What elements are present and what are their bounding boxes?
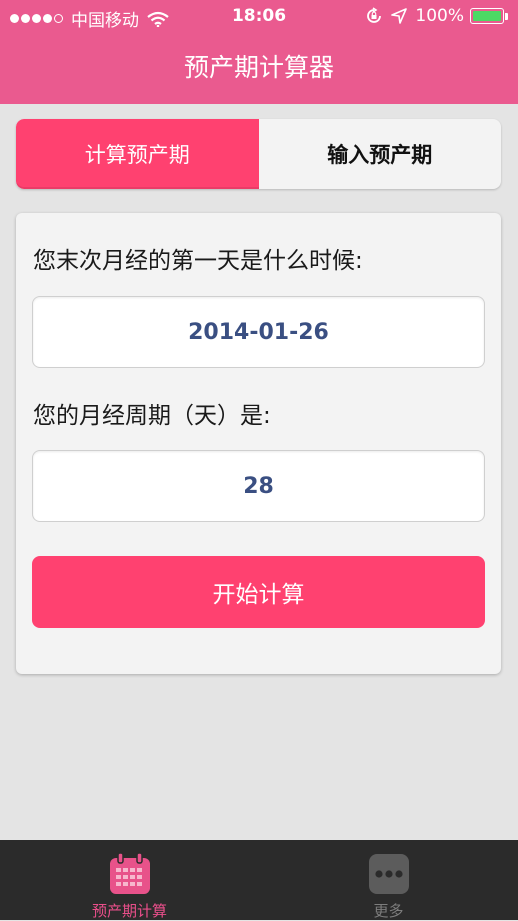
tab-label-due-date: 预产期计算 [91, 902, 167, 920]
status-bar-right: 100% [365, 6, 508, 26]
battery-icon [470, 8, 504, 24]
tab-more[interactable]: 更多 [259, 840, 518, 920]
battery-percent: 100% [415, 6, 464, 26]
calendar-icon [108, 852, 152, 900]
segmented-control: 计算预产期 输入预产期 [16, 119, 501, 189]
cycle-length-field[interactable]: 28 [32, 450, 485, 522]
cycle-length-label: 您的月经周期（天）是: [33, 403, 271, 429]
tab-calculate-due-date[interactable]: 计算预产期 [16, 119, 259, 189]
rotation-lock-icon [365, 7, 383, 25]
location-arrow-icon [391, 8, 408, 24]
app-header: 中国移动 18:06 100% 预产期计算器 [0, 0, 518, 104]
start-calculate-button[interactable]: 开始计算 [32, 556, 485, 628]
tab-label-more: 更多 [373, 902, 404, 920]
tab-due-date-calculator[interactable]: 预产期计算 [0, 840, 259, 920]
page-title: 预产期计算器 [183, 53, 334, 82]
last-period-date-field[interactable]: 2014-01-26 [32, 296, 485, 368]
last-period-label: 您末次月经的第一天是什么时候: [33, 248, 363, 274]
status-bar: 中国移动 18:06 100% [0, 0, 518, 34]
calculator-form: 您末次月经的第一天是什么时候: 2014-01-26 您的月经周期（天）是: 2… [16, 213, 501, 674]
tab-bar: 预产期计算 更多 [0, 840, 518, 920]
tab-enter-due-date[interactable]: 输入预产期 [259, 119, 502, 189]
more-icon [367, 852, 411, 900]
